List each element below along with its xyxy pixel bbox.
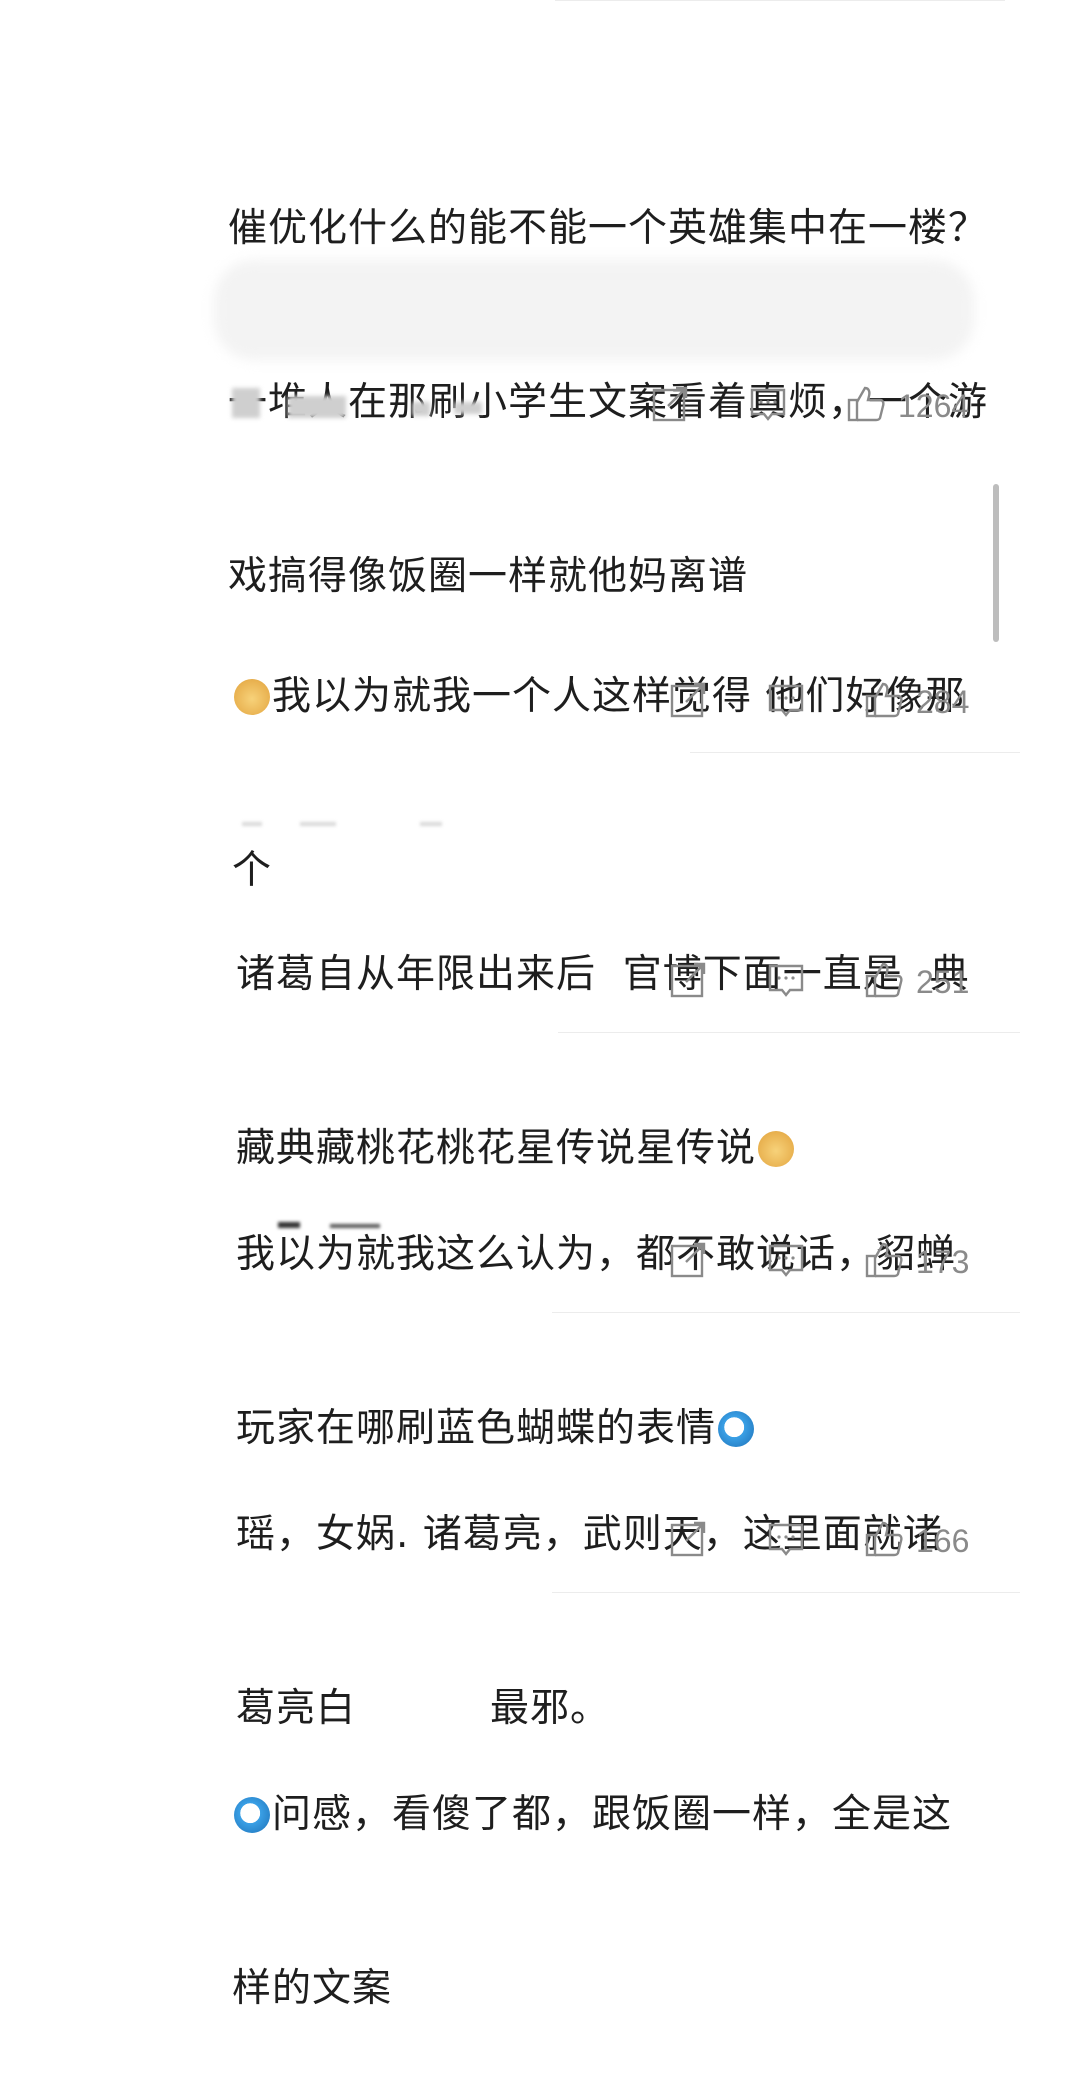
divider (552, 1592, 1020, 1593)
comment-line: 问感，看傻了都，跟饭圈一样，全是这 (272, 1792, 953, 1837)
like-count: 1264 (898, 388, 970, 424)
thumbs-up-icon[interactable] (864, 1519, 904, 1559)
share-icon[interactable] (668, 680, 708, 720)
like-count: 251 (916, 964, 970, 1000)
divider (690, 752, 1020, 753)
comment-line: 催优化什么的能不能一个英雄集中在一楼？ (228, 206, 989, 251)
action-bar: 166 (668, 1519, 980, 1563)
smudge (278, 1222, 300, 1228)
scrollbar[interactable] (993, 484, 999, 642)
author-meta-redacted (232, 388, 260, 418)
thumbs-up-icon[interactable] (864, 680, 904, 720)
share-icon[interactable] (650, 384, 690, 424)
like-count: 173 (916, 1244, 970, 1280)
comment-icon[interactable] (766, 1519, 806, 1559)
action-bar: 251 (668, 960, 980, 1004)
smudge (420, 822, 442, 826)
action-bar: 173 (668, 1240, 980, 1284)
thumbs-up-icon[interactable] (864, 1240, 904, 1280)
smudge (300, 822, 336, 826)
comment-line: 样的文案 (232, 1966, 393, 2011)
action-bar: 1264 (650, 384, 980, 428)
divider (552, 1312, 1020, 1313)
like-count: 166 (916, 1523, 970, 1559)
author-meta-redacted (412, 402, 430, 416)
share-icon[interactable] (668, 1240, 708, 1280)
divider (555, 0, 1005, 1)
comment-text: 问感，看傻了都，跟饭圈一样，全是这 样的文案 (232, 1670, 992, 2076)
thumbs-up-icon[interactable] (846, 384, 886, 424)
share-icon[interactable] (668, 960, 708, 1000)
comment-icon[interactable] (748, 384, 788, 424)
redacted-image (214, 260, 974, 360)
comment-icon[interactable] (766, 1240, 806, 1280)
doraemon-emoji-icon (234, 1797, 270, 1833)
thumbs-up-icon[interactable] (864, 960, 904, 1000)
share-icon[interactable] (668, 1519, 708, 1559)
smudge (242, 822, 262, 826)
doge-emoji-icon (234, 679, 270, 715)
action-bar: 284 (668, 680, 980, 724)
comment-icon[interactable] (766, 680, 806, 720)
divider (558, 1032, 1020, 1033)
author-meta-redacted (454, 402, 482, 414)
author-meta-redacted (288, 396, 346, 418)
comment-icon[interactable] (766, 960, 806, 1000)
smudge (330, 1224, 380, 1228)
like-count: 284 (916, 684, 970, 720)
